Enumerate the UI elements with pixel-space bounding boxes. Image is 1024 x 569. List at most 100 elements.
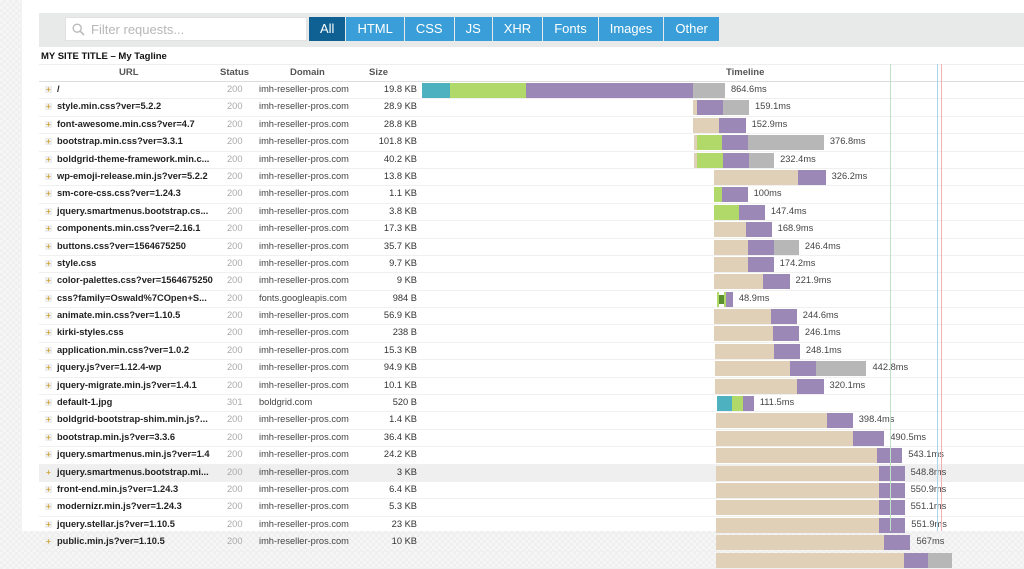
filter-tab-css[interactable]: CSS xyxy=(404,17,455,41)
timeline-bar: 111.5ms xyxy=(400,395,1024,412)
request-row[interactable]: + css?family=Oswald%7COpen+S... 200 fonts.g… xyxy=(39,291,1024,309)
request-row[interactable]: + bootstrap.min.css?ver=3.3.1 200 imh-resel… xyxy=(39,134,1024,152)
filter-tab-other[interactable]: Other xyxy=(664,17,720,41)
timing-segment-blocking xyxy=(713,256,748,272)
expand-icon[interactable]: + xyxy=(45,172,52,180)
request-row[interactable]: + boldgrid-theme-framework.min.c... 200 imh… xyxy=(39,152,1024,169)
request-row[interactable]: + public.min.js?ver=1.10.5 200 imh-reseller… xyxy=(39,534,1024,552)
expand-icon[interactable]: + xyxy=(45,346,52,354)
request-row[interactable]: + color-palettes.css?ver=1564675250 200 imh… xyxy=(39,273,1024,291)
expand-icon[interactable]: + xyxy=(45,312,52,320)
column-header-size[interactable]: Size xyxy=(369,67,388,78)
request-domain: imh-reseller-pros.com xyxy=(259,483,349,494)
request-row[interactable]: + style.min.css?ver=5.2.2 200 imh-reseller-… xyxy=(39,99,1024,117)
request-status: 200 xyxy=(227,327,243,338)
expand-icon[interactable]: + xyxy=(45,451,52,459)
request-domain: imh-reseller-pros.com xyxy=(259,362,349,373)
filter-tab-html[interactable]: HTML xyxy=(346,17,405,41)
expand-icon[interactable]: + xyxy=(45,468,52,476)
request-url: jquery.stellar.js?ver=1.10.5 xyxy=(57,518,175,529)
timing-segment-blocking xyxy=(715,413,827,429)
timing-segment-wait xyxy=(742,396,754,412)
filter-requests-input[interactable] xyxy=(91,21,291,37)
expand-icon[interactable]: + xyxy=(45,503,52,511)
request-row[interactable]: + jquery.stellar.js?ver=1.10.5 200 imh-rese… xyxy=(39,517,1024,535)
request-row[interactable]: + style.css 200 imh-reseller-pros.com 9.7 KB… xyxy=(39,256,1024,274)
timing-segment-blocking xyxy=(713,169,799,185)
request-row[interactable]: + kirki-styles.css 200 imh-reseller-pros.co… xyxy=(39,325,1024,343)
timing-segment-wait xyxy=(903,552,928,568)
expand-icon[interactable]: + xyxy=(45,520,52,528)
expand-icon[interactable]: + xyxy=(45,538,52,546)
request-row[interactable] xyxy=(39,552,1024,569)
filter-tab-all[interactable]: All xyxy=(309,17,347,41)
expand-icon[interactable]: + xyxy=(45,277,52,285)
timing-segment-wait xyxy=(878,465,905,481)
expand-icon[interactable]: + xyxy=(45,103,52,111)
request-row[interactable]: + sm-core-css.css?ver=1.24.3 200 imh-resell… xyxy=(39,186,1024,204)
request-url: jquery.smartmenus.bootstrap.mi... xyxy=(57,466,209,477)
column-header-url[interactable]: URL xyxy=(119,67,139,78)
request-url: jquery.js?ver=1.12.4-wp xyxy=(57,362,162,373)
filter-tab-js[interactable]: JS xyxy=(454,17,493,41)
expand-icon[interactable]: + xyxy=(45,259,52,267)
timing-segment-blocking xyxy=(714,361,790,377)
request-row[interactable]: +/200 imh-reseller-pros.com 19.8 KB 864.6ms xyxy=(39,82,1024,100)
request-status: 200 xyxy=(227,310,243,321)
request-row[interactable]: + bootstrap.min.js?ver=3.3.6 200 imh-resell… xyxy=(39,430,1024,448)
expand-icon[interactable]: + xyxy=(45,294,52,302)
expand-icon[interactable]: + xyxy=(45,138,52,146)
search-box[interactable] xyxy=(65,17,307,41)
column-header-timeline[interactable]: Timeline xyxy=(726,67,764,78)
expand-icon[interactable]: + xyxy=(45,207,52,215)
expand-icon[interactable]: + xyxy=(45,364,52,372)
timing-segment-wait xyxy=(725,291,733,307)
timeline-bar: 174.2ms xyxy=(400,256,1024,272)
request-row[interactable]: + jquery.smartmenus.min.js?ver=1.4 200 imh-… xyxy=(39,447,1024,465)
request-row[interactable]: + application.min.css?ver=1.0.2 200 imh-res… xyxy=(39,343,1024,361)
request-status: 200 xyxy=(227,379,243,390)
column-header-domain[interactable]: Domain xyxy=(290,67,325,78)
filter-tab-xhr[interactable]: XHR xyxy=(492,17,544,41)
column-header-status[interactable]: Status xyxy=(220,67,249,78)
request-duration: 320.1ms xyxy=(829,379,866,390)
expand-icon[interactable]: + xyxy=(45,120,52,128)
timing-segment-blocking xyxy=(715,430,854,446)
request-row[interactable]: + buttons.css?ver=1564675250 200 imh-resell… xyxy=(39,239,1024,256)
type-filter-tabs: All HTML CSS JS XHR Fonts Images Other xyxy=(309,17,720,41)
filter-tab-images[interactable]: Images xyxy=(598,17,665,41)
expand-icon[interactable]: + xyxy=(45,86,52,94)
request-row[interactable]: + jquery.smartmenus.bootstrap.mi... 200 imh… xyxy=(39,464,1024,482)
request-status: 200 xyxy=(227,362,243,373)
expand-icon[interactable]: + xyxy=(45,329,52,337)
expand-icon[interactable]: + xyxy=(45,433,52,441)
expand-icon[interactable]: + xyxy=(45,399,52,407)
expand-icon[interactable]: + xyxy=(45,242,52,250)
expand-icon[interactable]: + xyxy=(45,190,52,198)
expand-icon[interactable]: + xyxy=(45,485,52,493)
request-row[interactable]: + components.min.css?ver=2.16.1 200 imh-res… xyxy=(39,221,1024,239)
request-row[interactable]: + default-1.jpg 301 boldgrid.com 520 B 111.5m… xyxy=(39,395,1024,413)
expand-icon[interactable]: + xyxy=(45,155,52,163)
request-status: 200 xyxy=(227,449,243,460)
expand-icon[interactable]: + xyxy=(45,416,52,424)
request-domain: imh-reseller-pros.com xyxy=(259,327,349,338)
request-row[interactable]: + font-awesome.min.css?ver=4.7 200 imh-rese… xyxy=(39,117,1024,135)
request-row[interactable]: + jquery.js?ver=1.12.4-wp 200 imh-reseller-… xyxy=(39,360,1024,378)
request-row[interactable]: + front-end.min.js?ver=1.24.3 200 imh-resel… xyxy=(39,482,1024,500)
request-row[interactable]: + animate.min.css?ver=1.10.5 200 imh-resell… xyxy=(39,308,1024,326)
expand-icon[interactable]: + xyxy=(45,381,52,389)
request-row[interactable]: + jquery-migrate.min.js?ver=1.4.1 200 imh-r… xyxy=(39,378,1024,396)
dom-content-loaded-marker xyxy=(889,64,891,531)
expand-icon[interactable]: + xyxy=(45,225,52,233)
request-row[interactable]: + modernizr.min.js?ver=1.24.3 200 imh-resel… xyxy=(39,499,1024,517)
timing-segment-wait xyxy=(747,256,774,272)
request-row[interactable]: + wp-emoji-release.min.js?ver=5.2.2 200 imh… xyxy=(39,169,1024,187)
request-row[interactable]: + boldgrid-bootstrap-shim.min.js?... 200 im… xyxy=(39,412,1024,430)
request-status: 200 xyxy=(227,483,243,494)
request-domain: boldgrid.com xyxy=(259,397,313,408)
timeline-bar: 326.2ms xyxy=(400,169,1024,185)
request-status: 301 xyxy=(227,397,243,408)
request-row[interactable]: + jquery.smartmenus.bootstrap.cs... 200 imh… xyxy=(39,204,1024,222)
filter-tab-fonts[interactable]: Fonts xyxy=(543,17,599,41)
